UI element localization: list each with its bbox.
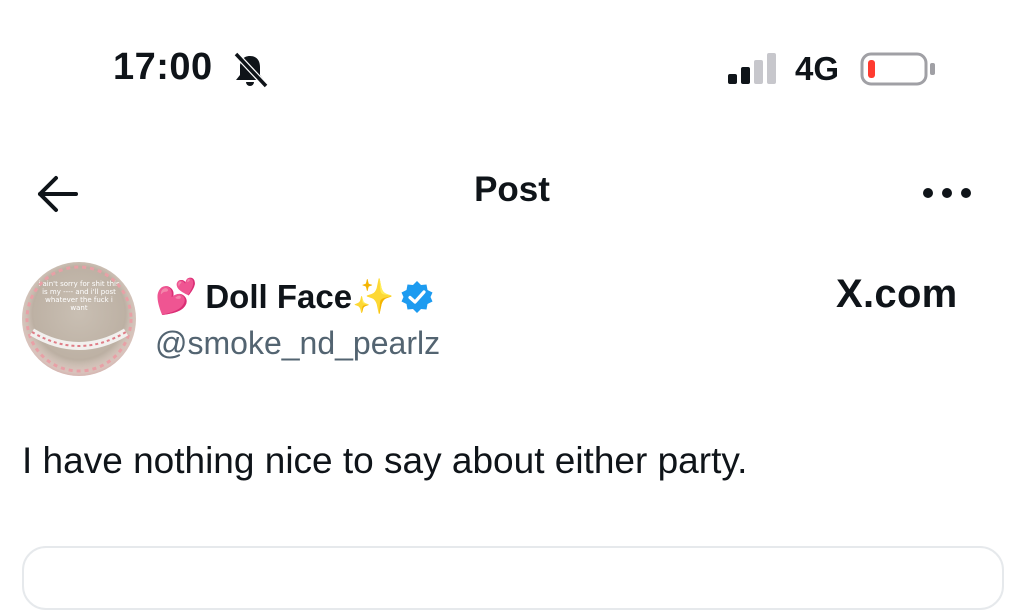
cellular-signal-icon [728, 53, 776, 84]
post-text: I have nothing nice to say about either … [22, 440, 748, 481]
avatar[interactable]: i ain't sorry for shit this is my ---- a… [22, 262, 136, 376]
avatar-frosting-decoration [25, 265, 133, 373]
more-options-icon[interactable] [920, 178, 974, 208]
author-name[interactable]: Doll Face [205, 278, 352, 316]
sparkles-emoji: ✨ [352, 278, 395, 316]
bell-muted-icon [233, 51, 269, 89]
battery-low-icon [860, 52, 935, 86]
page-title: Post [474, 170, 550, 209]
author-name-row[interactable]: 💕 Doll Face ✨ [155, 272, 434, 322]
status-time: 17:00 [113, 46, 213, 88]
network-type: 4G [795, 50, 840, 87]
author-handle[interactable]: @smoke_nd_pearlz [155, 325, 440, 362]
embedded-card[interactable] [22, 546, 1004, 610]
source-brand-label: X.com [836, 272, 958, 316]
verified-badge-icon [401, 281, 433, 313]
hearts-emoji: 💕 [155, 278, 198, 316]
